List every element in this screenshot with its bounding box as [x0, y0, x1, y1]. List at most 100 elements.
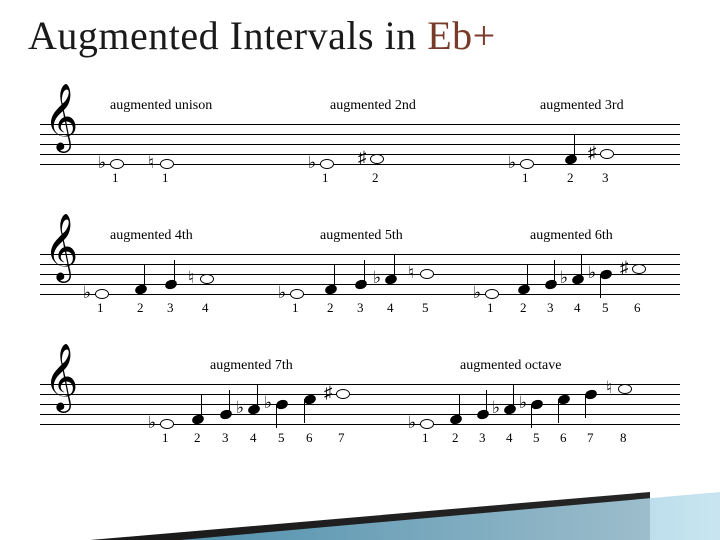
treble-clef-icon: 𝄞: [44, 88, 78, 146]
staff-row: 𝄞augmented 7th♭♭♭♯1234567augmented octav…: [40, 360, 680, 480]
note-stem: [600, 274, 601, 298]
accidental-icon: ♭: [492, 399, 500, 416]
note-stem: [554, 260, 555, 284]
scale-degree-number: 1: [422, 430, 429, 446]
accidental-icon: ♭: [98, 154, 106, 171]
scale-degree-number: 4: [506, 430, 513, 446]
scale-degree-number: 2: [567, 170, 574, 186]
note-stem: [257, 385, 258, 409]
scale-degree-number: 4: [250, 430, 257, 446]
scale-degree-number: 1: [292, 300, 299, 316]
accidental-icon: ♭: [473, 284, 481, 301]
scale-degree-number: 1: [162, 170, 169, 186]
scale-degree-number: 3: [167, 300, 174, 316]
scale-degree-number: 1: [322, 170, 329, 186]
scale-degree-number: 2: [520, 300, 527, 316]
scale-degree-number: 2: [327, 300, 334, 316]
note-stem: [459, 395, 460, 419]
staff: [40, 384, 680, 424]
scale-degree-number: 6: [634, 300, 641, 316]
whole-note: [110, 159, 124, 169]
scale-degree-number: 5: [602, 300, 609, 316]
accidental-icon: ♭: [264, 394, 272, 411]
accidental-icon: ♭: [560, 269, 568, 286]
note-stem: [334, 265, 335, 289]
accidental-icon: ♮: [408, 264, 414, 281]
note-stem: [531, 404, 532, 428]
note-stem: [174, 260, 175, 284]
note-stem: [527, 265, 528, 289]
interval-label: augmented 5th: [320, 228, 403, 244]
scale-degree-number: 6: [560, 430, 567, 446]
whole-note: [420, 419, 434, 429]
slide-title: Augmented Intervals in Eb+: [28, 12, 496, 59]
scale-degree-number: 3: [222, 430, 229, 446]
accidental-icon: ♯: [620, 259, 629, 276]
scale-degree-number: 1: [487, 300, 494, 316]
whole-note: [485, 289, 499, 299]
accidental-icon: ♯: [358, 149, 367, 166]
note-stem: [581, 255, 582, 279]
whole-note: [200, 274, 214, 284]
note-stem: [513, 385, 514, 409]
scale-degree-number: 2: [137, 300, 144, 316]
accidental-icon: ♭: [83, 284, 91, 301]
scale-degree-number: 5: [278, 430, 285, 446]
whole-note: [160, 159, 174, 169]
accidental-icon: ♮: [606, 379, 612, 396]
scale-degree-number: 3: [602, 170, 609, 186]
scale-degree-number: 7: [338, 430, 345, 446]
interval-label: augmented 6th: [530, 228, 613, 244]
scale-degree-number: 1: [112, 170, 119, 186]
accidental-icon: ♭: [148, 414, 156, 431]
note-stem: [558, 399, 559, 423]
scale-degree-number: 3: [479, 430, 486, 446]
note-stem: [144, 265, 145, 289]
accidental-icon: ♭: [236, 399, 244, 416]
whole-note: [370, 154, 384, 164]
accidental-icon: ♭: [408, 414, 416, 431]
accidental-icon: ♭: [588, 264, 596, 281]
note-stem: [229, 390, 230, 414]
treble-clef-icon: 𝄞: [44, 348, 78, 406]
note-stem: [201, 395, 202, 419]
interval-label: augmented 7th: [210, 358, 293, 374]
scale-degree-number: 8: [620, 430, 627, 446]
treble-clef-icon: 𝄞: [44, 218, 78, 276]
whole-note: [95, 289, 109, 299]
scale-degree-number: 2: [372, 170, 379, 186]
interval-label: augmented unison: [110, 98, 212, 114]
whole-note: [618, 384, 632, 394]
scale-degree-number: 5: [422, 300, 429, 316]
interval-label: augmented 3rd: [540, 98, 624, 114]
whole-note: [420, 269, 434, 279]
note-stem: [585, 394, 586, 418]
note-stem: [486, 390, 487, 414]
staff-row: 𝄞augmented 4th♭♮1234augmented 5th♭♭♮1234…: [40, 230, 680, 350]
note-stem: [574, 135, 575, 159]
accidental-icon: ♭: [308, 154, 316, 171]
title-text: Augmented Intervals in: [28, 13, 427, 58]
note-stem: [364, 260, 365, 284]
scale-degree-number: 4: [574, 300, 581, 316]
interval-label: augmented octave: [460, 358, 561, 374]
note-stem: [276, 404, 277, 428]
note-stem: [394, 255, 395, 279]
accidental-icon: ♭: [508, 154, 516, 171]
accidental-icon: ♮: [148, 154, 154, 171]
wedge-blue: [180, 492, 720, 540]
scale-degree-number: 2: [194, 430, 201, 446]
music-content: 𝄞augmented unison♭♮11augmented 2nd♭♯12au…: [40, 100, 680, 490]
scale-degree-number: 4: [387, 300, 394, 316]
scale-degree-number: 1: [97, 300, 104, 316]
scale-degree-number: 6: [306, 430, 313, 446]
accidental-icon: ♯: [324, 384, 333, 401]
accidental-icon: ♭: [519, 394, 527, 411]
scale-degree-number: 3: [547, 300, 554, 316]
scale-degree-number: 7: [587, 430, 594, 446]
scale-degree-number: 1: [522, 170, 529, 186]
whole-note: [290, 289, 304, 299]
staff-row: 𝄞augmented unison♭♮11augmented 2nd♭♯12au…: [40, 100, 680, 220]
accidental-icon: ♭: [278, 284, 286, 301]
whole-note: [632, 264, 646, 274]
